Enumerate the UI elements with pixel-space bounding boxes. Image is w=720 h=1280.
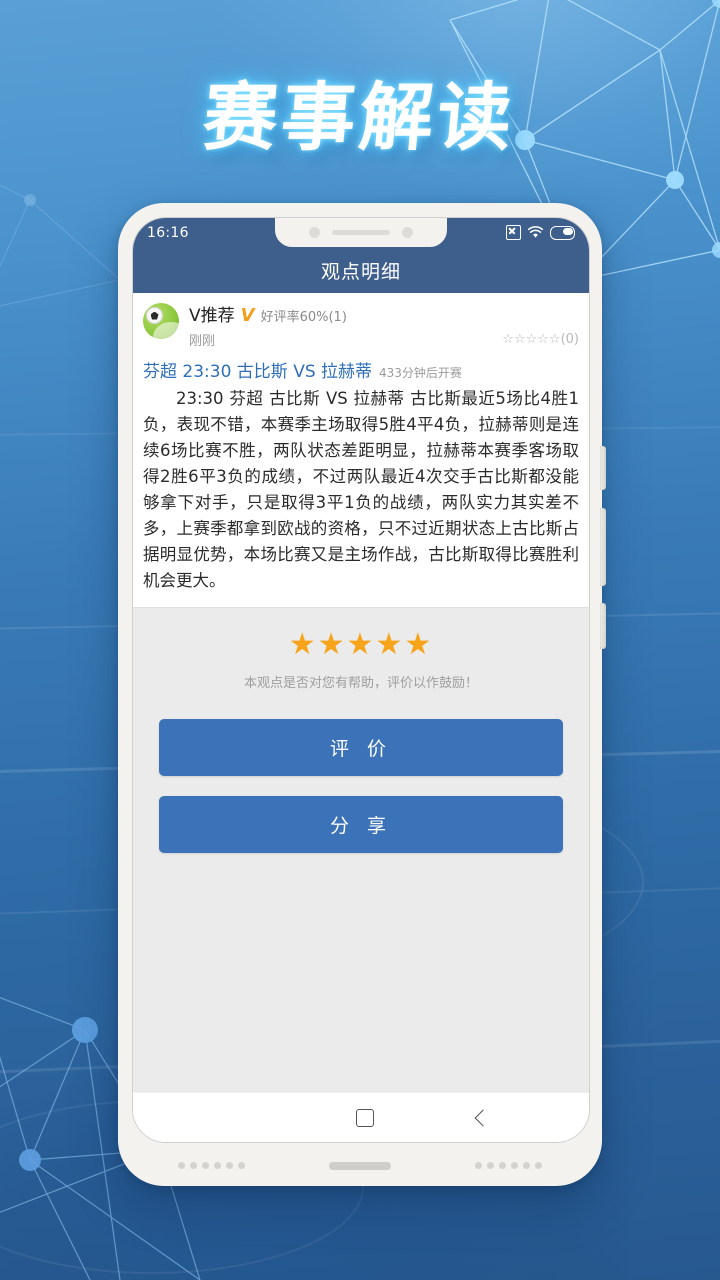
opinion-header: V推荐 V 好评率60%(1) 刚刚 ☆☆☆☆☆(0): [143, 301, 579, 349]
speaker-grill-left: [178, 1162, 245, 1169]
phone-side-button[interactable]: [600, 446, 606, 490]
author-nickname: V推荐: [189, 306, 235, 326]
rate-button[interactable]: 评 价: [159, 718, 563, 776]
phone-screen: 16:16 观点明细 V推荐 V 好评率60%(1) 刚刚 ☆☆☆☆☆(0) 芬…: [132, 217, 590, 1143]
action-buttons: 评 价 分 享: [133, 697, 589, 853]
front-camera-icon: [309, 227, 320, 238]
phone-power-button[interactable]: [600, 603, 606, 649]
no-sim-icon: [506, 225, 521, 240]
usb-port-icon: [329, 1162, 391, 1170]
earpiece-icon: [332, 230, 390, 235]
feedback-hint: 本观点是否对您有帮助，评价以作鼓励！: [243, 675, 478, 691]
avatar[interactable]: [143, 303, 179, 339]
android-nav-bar: [133, 1092, 589, 1142]
match-countdown: 433分钟后开赛: [379, 366, 462, 380]
soccer-ball-icon: [146, 307, 163, 324]
opinion-card: V推荐 V 好评率60%(1) 刚刚 ☆☆☆☆☆(0) 芬超 23:30 古比斯…: [133, 293, 589, 608]
page-title: 观点明细: [320, 260, 401, 283]
poster-root: 赛事解读 16:16 观点明细 V推荐 V 好评率60%(1) 刚刚 ☆☆☆☆☆…: [0, 0, 720, 1280]
opinion-body-text: 23:30 芬超 古比斯 VS 拉赫蒂 古比斯最近5场比4胜1负，表现不错，本赛…: [143, 389, 579, 591]
share-button[interactable]: 分 享: [159, 795, 563, 853]
phone-volume-button[interactable]: [600, 508, 606, 586]
wifi-icon: [528, 226, 543, 238]
speaker-grill-right: [475, 1162, 542, 1169]
verified-badge-icon: V: [240, 305, 255, 326]
rating-stars-small[interactable]: ☆☆☆☆☆(0): [502, 332, 579, 347]
feedback-stars[interactable]: ★★★★★: [133, 629, 589, 660]
rating-count: (0): [560, 332, 579, 347]
sensor-icon: [402, 227, 413, 238]
match-info-row[interactable]: 芬超 23:30 古比斯 VS 拉赫蒂 433分钟后开赛: [143, 357, 579, 382]
app-header: 观点明细: [133, 247, 589, 293]
battery-icon: [550, 225, 575, 240]
screen-content: V推荐 V 好评率60%(1) 刚刚 ☆☆☆☆☆(0) 芬超 23:30 古比斯…: [133, 293, 589, 1092]
feedback-section: ★★★★★ 本观点是否对您有帮助，评价以作鼓励！: [133, 607, 589, 697]
meta-row: 刚刚 ☆☆☆☆☆(0): [189, 330, 579, 349]
poster-title: 赛事解读: [199, 75, 520, 161]
status-time: 16:16: [147, 224, 189, 241]
back-icon[interactable]: [474, 1109, 492, 1126]
author-info: V推荐 V 好评率60%(1) 刚刚 ☆☆☆☆☆(0): [189, 301, 579, 349]
avatar-swoosh: [153, 322, 179, 339]
phone-frame: 16:16 观点明细 V推荐 V 好评率60%(1) 刚刚 ☆☆☆☆☆(0) 芬…: [118, 203, 606, 1186]
status-icon-group: [506, 225, 575, 240]
match-title: 芬超 23:30 古比斯 VS 拉赫蒂: [143, 362, 373, 382]
phone-bottom-ports: [118, 1158, 602, 1176]
rating-stars-glyphs: ☆☆☆☆☆: [502, 332, 561, 347]
home-icon[interactable]: [355, 1108, 374, 1127]
menu-icon[interactable]: [233, 1113, 253, 1123]
praise-rate: 好评率60%(1): [260, 310, 347, 325]
author-name-row: V推荐 V 好评率60%(1): [189, 301, 579, 326]
post-time: 刚刚: [189, 334, 216, 349]
phone-notch: [275, 218, 447, 247]
